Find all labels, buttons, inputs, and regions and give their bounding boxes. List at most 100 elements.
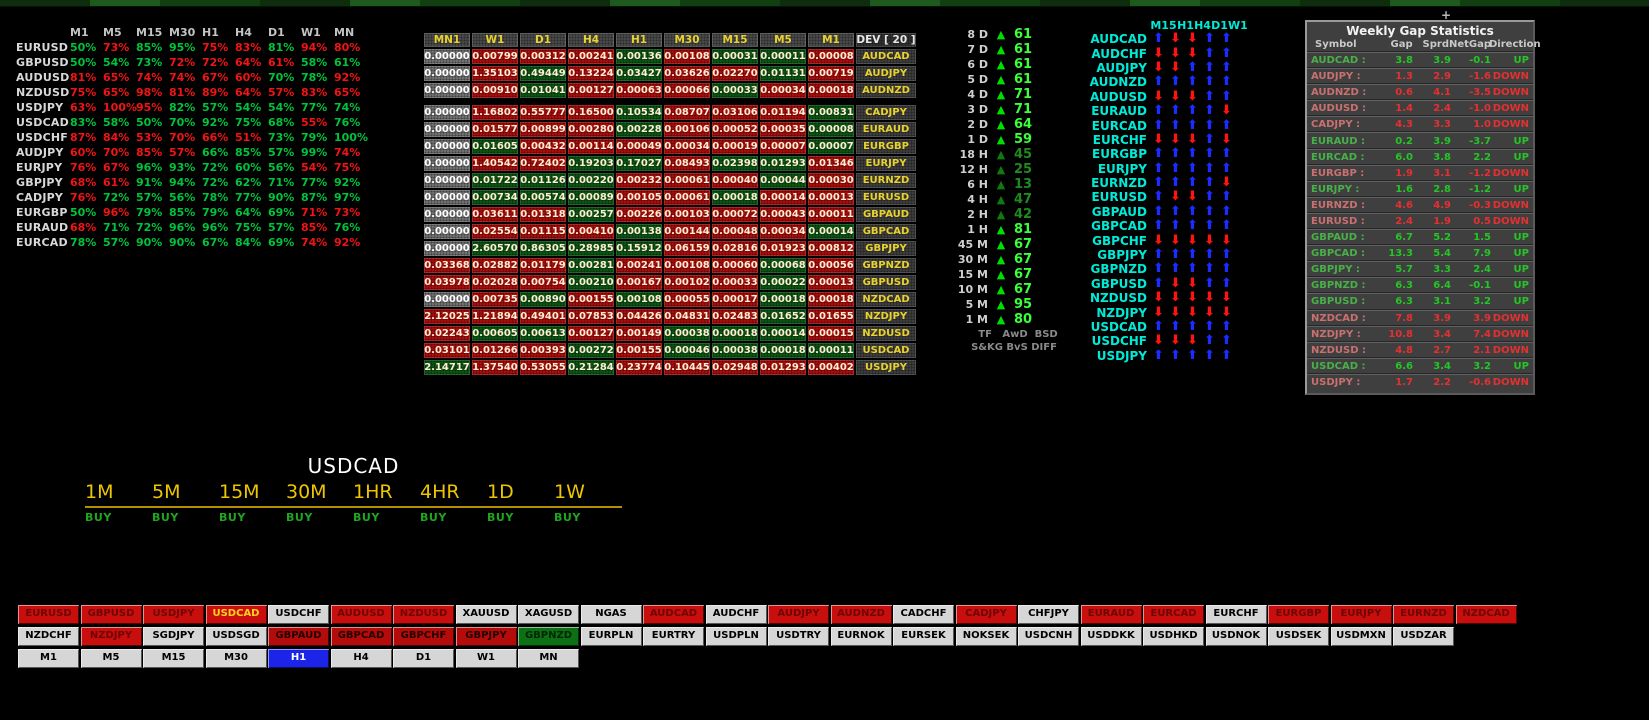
symbol-button-usdsgd[interactable]: USDSGD xyxy=(205,627,267,646)
dev-cell: 0.00008 xyxy=(808,122,854,137)
arrow-up-icon: ⬆ xyxy=(1221,146,1232,162)
symbol-button-audusd[interactable]: AUDUSD xyxy=(330,605,392,624)
symbol-button-sgdjpy[interactable]: SGDJPY xyxy=(143,627,204,646)
symbol-button-eurtry[interactable]: EURTRY xyxy=(643,627,704,646)
dev-cell: 0.00014 xyxy=(760,190,806,205)
dev-cell: 0.00241 xyxy=(616,258,662,273)
gap-table-header-row: Symbol Gap Sprd NetGap Direction xyxy=(1307,38,1541,52)
symbol-button-euraud[interactable]: EURAUD xyxy=(1080,605,1142,624)
gap-spread: 2.2 xyxy=(1433,376,1451,388)
symbol-button-nzdchf[interactable]: NZDCHF xyxy=(18,627,79,646)
symbol-button-eursek[interactable]: EURSEK xyxy=(893,627,954,646)
symbol-button-audchf[interactable]: AUDCHF xyxy=(705,605,767,624)
dev-header-m1: M1 xyxy=(808,33,854,47)
gap-spread: 2.9 xyxy=(1433,71,1451,83)
symbol-button-gbpjpy[interactable]: GBPJPY xyxy=(455,627,517,646)
symbol-button-eurnok[interactable]: EURNOK xyxy=(830,627,892,646)
symbol-button-gbpusd[interactable]: GBPUSD xyxy=(80,605,142,624)
arrow-up-icon: ⬆ xyxy=(1221,88,1232,104)
symbol-button-gbpcad[interactable]: GBPCAD xyxy=(330,627,392,646)
timeframe-button-h1[interactable]: H1 xyxy=(268,649,329,668)
gap-direction: DOWN xyxy=(1492,312,1529,324)
symbol-button-eurnzd[interactable]: EURNZD xyxy=(1393,605,1454,624)
arrow-up-icon: ⬆ xyxy=(1153,160,1164,176)
timeframe-button-m15[interactable]: M15 xyxy=(143,649,204,668)
symbol-button-audjpy[interactable]: AUDJPY xyxy=(768,605,829,624)
timeframe-button-m30[interactable]: M30 xyxy=(205,649,267,668)
symbol-button-audcad[interactable]: AUDCAD xyxy=(643,605,704,624)
gap-symbol: GBPUSD : xyxy=(1311,296,1366,308)
matrix-percent-cell: 79% xyxy=(202,206,229,219)
dev-pair-label: EURGBP xyxy=(856,139,916,154)
symbol-button-nzdjpy[interactable]: NZDJPY xyxy=(80,627,142,646)
awd-row: 6 H ▲ 13 xyxy=(952,177,1082,192)
symbol-button-noksek[interactable]: NOKSEK xyxy=(955,627,1017,646)
symbol-button-eurpln[interactable]: EURPLN xyxy=(580,627,642,646)
symbol-button-xauusd[interactable]: XAUUSD xyxy=(455,605,517,624)
symbol-button-eurjpy[interactable]: EURJPY xyxy=(1330,605,1392,624)
symbol-button-usdjpy[interactable]: USDJPY xyxy=(143,605,204,624)
arrow-down-icon: ⬇ xyxy=(1187,189,1198,205)
symbol-button-cadchf[interactable]: CADCHF xyxy=(893,605,954,624)
awd-up-triangle-icon: ▲ xyxy=(996,193,1006,206)
matrix-header-m5: M5 xyxy=(103,26,122,39)
dev-cell: 0.01577 xyxy=(472,122,518,137)
dev-cell: 0.00108 xyxy=(616,292,662,307)
symbol-button-chfjpy[interactable]: CHFJPY xyxy=(1018,605,1079,624)
timeframe-button-h4[interactable]: H4 xyxy=(330,649,392,668)
dev-cell: 0.00228 xyxy=(616,122,662,137)
awd-footer-caption: S&KG BvS DIFF xyxy=(971,342,1057,353)
symbol-button-ngas[interactable]: NGAS xyxy=(580,605,642,624)
symbol-button-gbpaud[interactable]: GBPAUD xyxy=(268,627,329,646)
timeframe-button-m5[interactable]: M5 xyxy=(80,649,142,668)
dev-cell: 0.00018 xyxy=(760,292,806,307)
symbol-button-eurgbp[interactable]: EURGBP xyxy=(1268,605,1329,624)
signal-buy-label: BUY xyxy=(152,511,179,524)
symbol-button-eurchf[interactable]: EURCHF xyxy=(1205,605,1267,624)
symbol-button-usdcad[interactable]: USDCAD xyxy=(205,605,267,624)
timeframe-button-d1[interactable]: D1 xyxy=(393,649,454,668)
matrix-percent-cell: 61% xyxy=(268,56,295,69)
timeframe-button-m1[interactable]: M1 xyxy=(18,649,79,668)
symbol-button-cadjpy[interactable]: CADJPY xyxy=(955,605,1017,624)
matrix-percent-cell: 94% xyxy=(169,176,196,189)
symbol-button-audnzd[interactable]: AUDNZD xyxy=(830,605,892,624)
dev-cell: 0.00014 xyxy=(808,224,854,239)
symbol-button-xagusd[interactable]: XAGUSD xyxy=(518,605,579,624)
dev-cell: 0.00106 xyxy=(664,122,710,137)
symbol-button-eurcad[interactable]: EURCAD xyxy=(1143,605,1204,624)
symbol-button-usdchf[interactable]: USDCHF xyxy=(268,605,329,624)
symbol-button-usdpln[interactable]: USDPLN xyxy=(705,627,767,646)
symbol-button-usdnok[interactable]: USDNOK xyxy=(1205,627,1267,646)
symbol-button-nzdusd[interactable]: NZDUSD xyxy=(393,605,454,624)
gap-symbol: EURUSD : xyxy=(1311,215,1365,227)
symbol-button-usdhkd[interactable]: USDHKD xyxy=(1143,627,1204,646)
dev-cell: 0.02483 xyxy=(712,309,758,324)
symbol-button-eurusd[interactable]: EURUSD xyxy=(18,605,79,624)
symbol-button-usddkk[interactable]: USDDKK xyxy=(1080,627,1142,646)
trend-header-d1: D1 xyxy=(1211,19,1228,32)
symbol-button-usdsek[interactable]: USDSEK xyxy=(1268,627,1329,646)
dev-cell: 0.00007 xyxy=(808,139,854,154)
symbol-button-usdzar[interactable]: USDZAR xyxy=(1393,627,1454,646)
timeframe-button-row: M1 M5 M15 M30 H1 H4 D1 W1 MN xyxy=(18,649,579,668)
dev-cell: 0.55777 xyxy=(520,105,566,120)
dev-cell: 0.00033 xyxy=(712,275,758,290)
symbol-button-gbpnzd[interactable]: GBPNZD xyxy=(518,627,579,646)
dev-cell: 0.00018 xyxy=(712,326,758,341)
symbol-button-usdmxn[interactable]: USDMXN xyxy=(1330,627,1392,646)
dev-cell: 0.01652 xyxy=(760,309,806,324)
arrow-down-icon: ⬇ xyxy=(1187,333,1198,349)
gap-row: EURAUD : 0.2 3.9 -3.7 UP xyxy=(1307,132,1533,148)
symbol-button-gbpchf[interactable]: GBPCHF xyxy=(393,627,454,646)
symbol-button-nzdcad[interactable]: NZDCAD xyxy=(1455,605,1517,624)
dev-pair-label: EURUSD xyxy=(856,190,916,205)
arrow-up-icon: ⬆ xyxy=(1204,103,1215,119)
matrix-percent-cell: 92% xyxy=(334,176,361,189)
symbol-button-usdtry[interactable]: USDTRY xyxy=(768,627,829,646)
gap-netgap: 2.2 xyxy=(1473,151,1491,163)
timeframe-button-mn[interactable]: MN xyxy=(518,649,579,668)
timeframe-button-w1[interactable]: W1 xyxy=(455,649,517,668)
symbol-button-usdcnh[interactable]: USDCNH xyxy=(1018,627,1079,646)
matrix-percent-cell: 68% xyxy=(70,176,97,189)
